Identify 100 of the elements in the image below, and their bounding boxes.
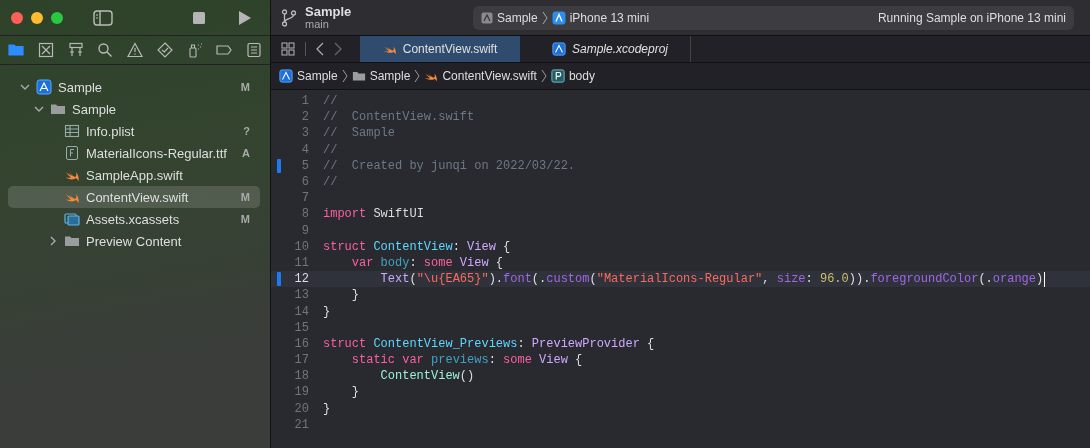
file-name: Assets.xcassets xyxy=(86,211,181,227)
line-number: 16 xyxy=(293,336,309,351)
folder-icon xyxy=(351,69,366,83)
project-name: Sample xyxy=(305,4,353,18)
line-number: 3 xyxy=(300,126,309,141)
folder-icon[interactable] xyxy=(8,42,24,58)
line-number: 5 xyxy=(300,158,309,173)
branch-icon xyxy=(281,8,297,27)
app-icon[interactable] xyxy=(551,10,566,25)
sidebar-toggle-icon[interactable] xyxy=(93,9,113,26)
code-line: ContentView() xyxy=(379,369,475,384)
minimize-button[interactable] xyxy=(31,11,43,24)
file-tree-item[interactable]: Sample M xyxy=(8,76,260,98)
file-tree-item[interactable]: ContentView.swift M xyxy=(8,186,260,208)
code-line: } xyxy=(350,288,359,303)
code-line: // ContentView.swift xyxy=(323,110,475,125)
grid-icon[interactable] xyxy=(281,42,295,56)
project-icon xyxy=(551,42,566,56)
line-number: 2 xyxy=(300,110,309,125)
branch-name: main xyxy=(305,17,329,31)
chevron-icon[interactable] xyxy=(20,82,30,92)
file-tree-item[interactable]: SampleApp.swift xyxy=(8,164,260,186)
breadcrumb-item[interactable]: Sample xyxy=(351,69,411,83)
line-number: 18 xyxy=(293,369,309,384)
breadcrumb-item[interactable]: body xyxy=(550,69,595,83)
editor-tab[interactable]: Sample.xcodeproj xyxy=(530,36,691,62)
source-control-status: M xyxy=(240,191,250,203)
breadcrumb-item[interactable]: ContentView.swift xyxy=(424,69,537,83)
source-control-status: ? xyxy=(243,125,250,137)
editor-tab[interactable]: ContentView.swift xyxy=(360,36,520,62)
line-number: 1 xyxy=(300,94,309,109)
line-number: 15 xyxy=(293,320,309,335)
code-line: // Sample xyxy=(323,126,395,141)
file-tree-item[interactable]: Assets.xcassets M xyxy=(8,208,260,230)
line-number: 6 xyxy=(300,175,309,190)
chevron-icon xyxy=(540,69,547,83)
property-icon xyxy=(550,69,565,83)
line-number: 17 xyxy=(293,353,309,368)
code-line: // xyxy=(323,142,338,157)
line-number: 12 xyxy=(293,272,309,287)
line-number: 20 xyxy=(293,401,309,416)
line-number: 21 xyxy=(293,417,309,432)
line-number: 7 xyxy=(300,191,309,206)
list-icon[interactable] xyxy=(246,42,262,58)
code-line: // xyxy=(323,94,338,109)
play-icon[interactable] xyxy=(238,9,252,26)
code-line: static var previews: some View { xyxy=(350,353,583,368)
back-icon[interactable] xyxy=(316,42,324,56)
code-line: Text("\u{EA65}").font(.custom("MaterialIcons-Regular", size: 96.0)).foregroundColor(.orange) xyxy=(379,272,1044,287)
search-icon[interactable] xyxy=(97,42,114,58)
line-number: 11 xyxy=(293,255,309,270)
warning-icon[interactable] xyxy=(127,42,143,58)
destination-selector[interactable]: iPhone 13 mini xyxy=(569,10,650,25)
file-name: Info.plist xyxy=(86,123,136,139)
zoom-button[interactable] xyxy=(51,11,63,24)
code-line: // Created by junqi on 2022/03/22. xyxy=(323,158,576,173)
file-name: SampleApp.swift xyxy=(86,167,184,183)
line-number: 4 xyxy=(300,142,309,157)
line-number: 10 xyxy=(293,239,309,254)
source-control-status: M xyxy=(240,81,250,93)
code-line: import SwiftUI xyxy=(323,207,424,222)
cross-square-icon[interactable] xyxy=(37,42,54,58)
stop-icon[interactable] xyxy=(192,10,206,25)
chevron-icon xyxy=(541,10,548,25)
line-number: 19 xyxy=(293,385,309,400)
chevron-icon[interactable] xyxy=(34,104,44,114)
close-button[interactable] xyxy=(11,11,23,24)
file-tree-item[interactable]: Sample xyxy=(8,98,260,120)
file-name: ContentView.swift xyxy=(86,189,190,205)
file-tree-item[interactable]: Info.plist ? xyxy=(8,120,260,142)
project-icon xyxy=(279,69,293,83)
breadcrumb-item[interactable]: Sample xyxy=(279,69,338,83)
chevron-icon[interactable] xyxy=(48,236,58,246)
tag-icon[interactable] xyxy=(216,42,233,58)
code-line: struct ContentView: View { xyxy=(323,239,511,254)
code-line: } xyxy=(323,304,331,319)
code-line: // xyxy=(323,175,338,190)
line-number: 14 xyxy=(293,304,309,319)
forward-icon[interactable] xyxy=(334,42,342,56)
text-cursor xyxy=(1044,271,1046,287)
source-control-status: M xyxy=(240,213,250,225)
image-stack-icon xyxy=(64,211,80,227)
file-tree-item[interactable]: MaterialIcons-Regular.ttf A xyxy=(8,142,260,164)
code-line: struct ContentView_Previews: PreviewProvider { xyxy=(323,336,655,351)
chevron-icon xyxy=(341,69,348,83)
file-name: MaterialIcons-Regular.ttf xyxy=(86,145,228,161)
source-control-status: A xyxy=(242,147,250,159)
status-text: Running Sample on iPhone 13 mini xyxy=(877,10,1066,25)
hierarchy-icon[interactable] xyxy=(67,42,84,58)
line-number: 8 xyxy=(300,207,309,222)
file-tree-item[interactable]: Preview Content xyxy=(8,230,260,252)
file-name: Sample xyxy=(72,101,118,117)
table-icon xyxy=(64,123,80,139)
scheme-icon[interactable] xyxy=(481,11,493,24)
project-icon xyxy=(36,79,52,95)
line-number: 9 xyxy=(300,223,309,238)
scheme-selector[interactable]: Sample xyxy=(497,10,538,25)
line-number: 13 xyxy=(293,288,309,303)
diamond-check-icon[interactable] xyxy=(156,42,173,58)
spray-icon[interactable] xyxy=(186,42,203,58)
